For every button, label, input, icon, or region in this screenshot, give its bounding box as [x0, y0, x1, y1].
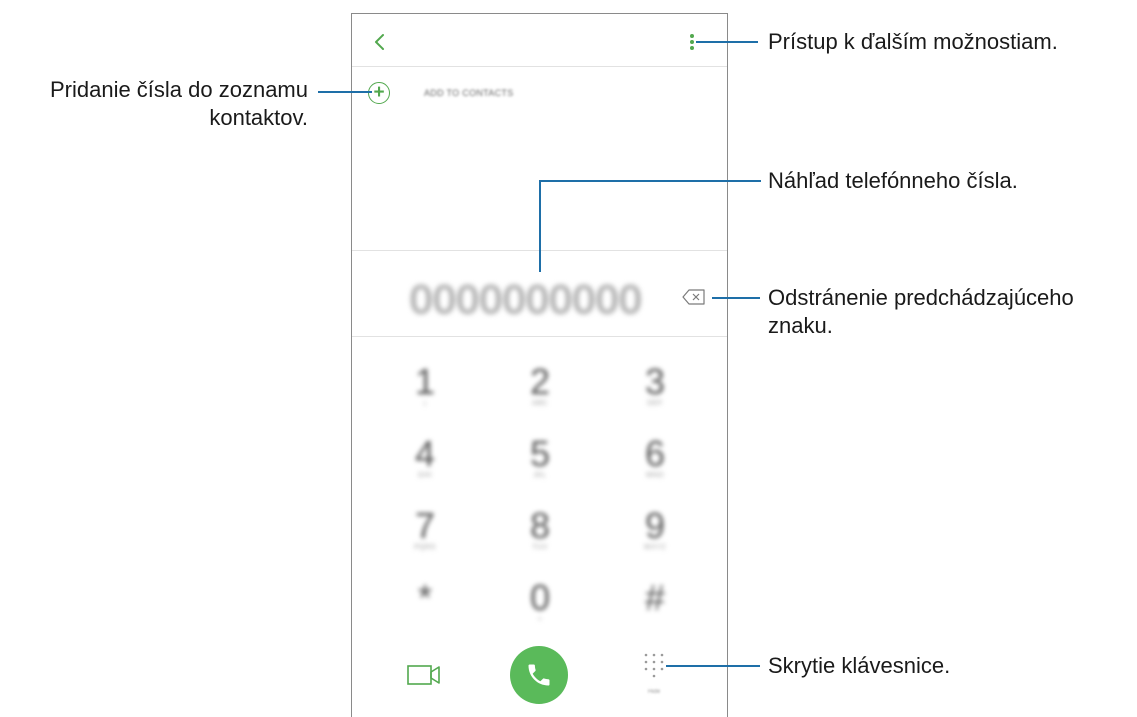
key-letters: GHI [418, 472, 432, 479]
add-to-contacts-label: ADD TO CONTACTS [424, 88, 514, 98]
key-1[interactable]: 1 Ⅰ [395, 361, 455, 409]
key-letters: + [537, 616, 543, 623]
key-digit: 5 [529, 433, 551, 474]
key-9[interactable]: 9 WXYZ [625, 505, 685, 552]
callout-delete-line2: znaku. [768, 313, 833, 338]
callout-preview: Náhľad telefónneho čísla. [768, 168, 1018, 193]
keypad-icon [644, 653, 664, 678]
callout-line-delete [712, 297, 760, 299]
key-digit: 6 [644, 433, 666, 474]
key-6[interactable]: 6 MNO [625, 433, 685, 480]
key-letters: WXYZ [643, 544, 667, 551]
key-letters: JKL [533, 472, 547, 479]
callout-hide-keypad: Skrytie klávesnice. [768, 653, 951, 678]
backspace-icon [682, 289, 705, 305]
callout-add-number-line1: Pridanie čísla do zoznamu [49, 77, 308, 102]
add-to-contacts-row[interactable]: + ADD TO CONTACTS [368, 80, 514, 106]
key-letters: MNO [646, 472, 664, 479]
callout-delete-line1: Odstránenie predchádzajúceho [768, 285, 1074, 310]
chevron-left-icon [375, 34, 384, 50]
key-digit: 8 [529, 505, 551, 546]
callout-add-number-line2: kontaktov. [209, 105, 308, 130]
key-digit: * [417, 577, 432, 618]
key-2[interactable]: 2 ABC [510, 361, 570, 408]
phone-icon [528, 664, 550, 686]
phone-screen: + ADD TO CONTACTS 0000000000 1 Ⅰ 2 ABC 3… [351, 13, 728, 717]
hide-keypad-button[interactable]: Hide [642, 652, 666, 698]
header-divider [352, 66, 727, 67]
key-digit: 0 [529, 577, 551, 618]
key-letters: TUV [532, 544, 548, 551]
key-star[interactable]: * [395, 577, 455, 618]
key-digit: 4 [414, 433, 436, 474]
callout-line-preview-vertical [539, 180, 541, 272]
key-letters: ABC [532, 400, 548, 407]
callout-line-add [318, 91, 372, 93]
callout-line-more [696, 41, 758, 43]
key-digit: 3 [644, 361, 666, 402]
callout-line-preview [539, 180, 761, 182]
callout-line-hide [666, 665, 760, 667]
key-letters: DEF [647, 400, 663, 407]
key-digit: 2 [529, 361, 551, 402]
key-hash[interactable]: # [625, 577, 685, 618]
key-letters: Ⅰ [423, 401, 427, 408]
key-digit: 9 [644, 505, 666, 546]
key-0[interactable]: 0 + [510, 577, 570, 624]
number-bottom-divider [352, 336, 727, 337]
hide-label: Hide [647, 689, 661, 695]
callout-delete: Odstránenie predchádzajúceho znaku. [768, 284, 1074, 340]
key-digit: 1 [414, 361, 436, 402]
callout-add-number: Pridanie čísla do zoznamu kontaktov. [8, 76, 308, 132]
key-8[interactable]: 8 TUV [510, 505, 570, 552]
callout-more-options: Prístup k ďalším možnostiam. [768, 29, 1058, 54]
key-7[interactable]: 7 PQRS [395, 505, 455, 552]
call-button[interactable] [510, 646, 568, 704]
back-button[interactable] [366, 28, 394, 56]
number-display: 0000000000 [410, 278, 643, 322]
key-5[interactable]: 5 JKL [510, 433, 570, 480]
backspace-button[interactable] [682, 289, 706, 305]
key-3[interactable]: 3 DEF [625, 361, 685, 408]
video-call-button[interactable] [407, 664, 441, 686]
key-4[interactable]: 4 GHI [395, 433, 455, 480]
key-letters: PQRS [414, 544, 436, 551]
plus-icon[interactable]: + [368, 82, 390, 104]
video-call-icon [407, 665, 440, 685]
key-digit: # [644, 577, 666, 618]
key-digit: 7 [414, 505, 436, 546]
